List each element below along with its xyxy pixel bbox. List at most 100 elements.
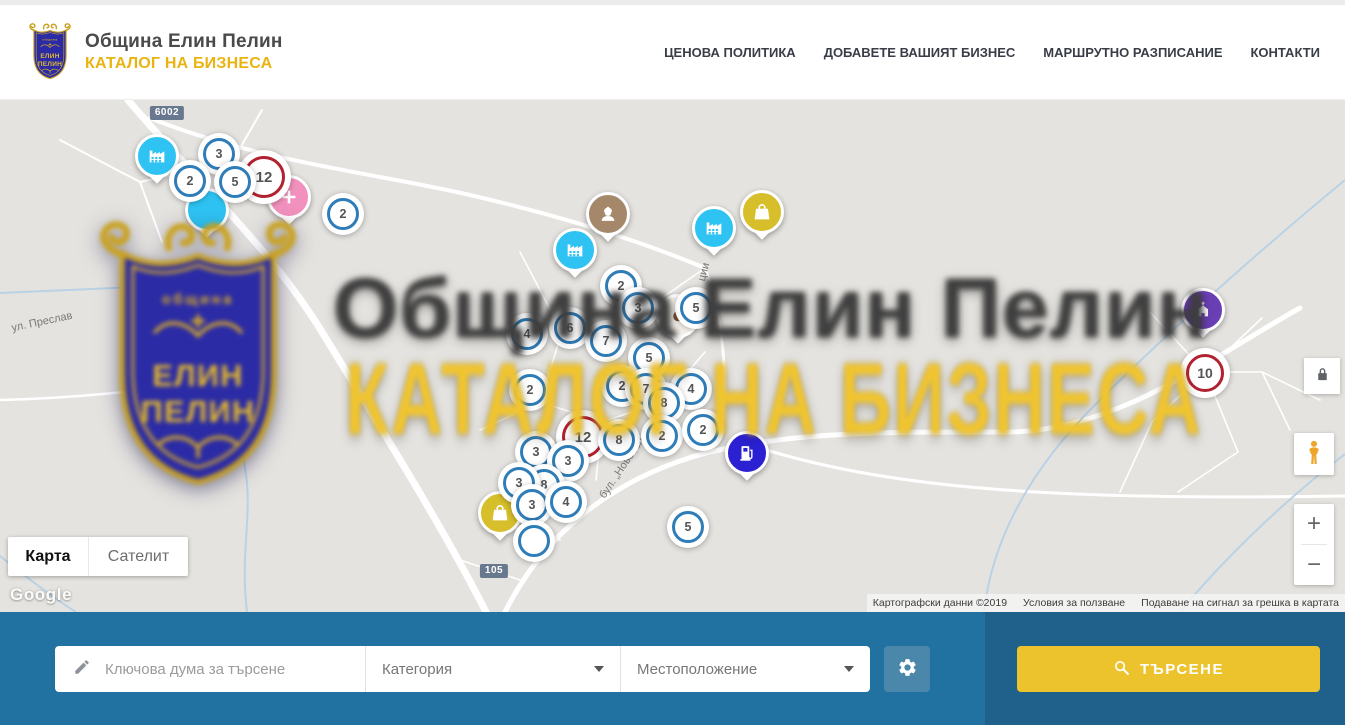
factory-icon [692, 206, 736, 250]
cluster-count: 8 [661, 396, 668, 410]
cluster-marker[interactable]: 2 [641, 415, 683, 457]
cluster-marker[interactable]: 10 [1180, 348, 1230, 398]
cluster-ring: 2 [646, 420, 678, 452]
search-button[interactable]: ТЪРСЕНЕ [1017, 646, 1320, 692]
page: община ЕЛИН ПЕЛИН Община Елин Пелин КАТА… [0, 0, 1345, 725]
location-select[interactable]: Местоположение [620, 646, 870, 692]
cluster-marker[interactable]: 7 [585, 320, 627, 362]
category-select-value: Категория [382, 661, 452, 678]
bag-marker[interactable] [740, 190, 784, 248]
fuel-marker[interactable] [725, 431, 769, 489]
cluster-count: 5 [685, 520, 692, 534]
site-subtitle: КАТАЛОГ НА БИЗНЕСА [85, 55, 283, 73]
cluster-count: 8 [616, 433, 623, 447]
cluster-count: 3 [529, 498, 536, 512]
cluster-count: 2 [618, 279, 625, 293]
nav-item-contacts[interactable]: КОНТАКТИ [1251, 45, 1321, 60]
cluster-count: 12 [256, 169, 273, 186]
main-nav: ЦЕНОВА ПОЛИТИКА ДОБАВЕТЕ ВАШИЯТ БИЗНЕС МАР… [664, 45, 1320, 60]
keyword-input[interactable] [103, 660, 353, 679]
fuel-icon [725, 431, 769, 475]
cluster-marker[interactable]: 4 [545, 481, 587, 523]
cluster-marker[interactable]: 4 [506, 313, 548, 355]
cluster-count: 2 [527, 383, 534, 397]
lock-button[interactable] [1304, 358, 1340, 394]
brand[interactable]: община ЕЛИН ПЕЛИН Община Елин Пелин КАТА… [26, 21, 283, 83]
map-type-button[interactable]: Карта [8, 537, 88, 576]
cluster-ring: 6 [554, 312, 586, 344]
cluster-count: 5 [232, 175, 239, 189]
header: община ЕЛИН ПЕЛИН Община Елин Пелин КАТА… [0, 5, 1345, 100]
cluster-ring: 2 [687, 414, 719, 446]
cluster-ring [518, 525, 550, 557]
factory-icon [553, 228, 597, 272]
markers-layer: 12325210235467522748128223383345 [0, 100, 1345, 612]
cluster-marker[interactable] [513, 520, 555, 562]
search-icon [1113, 659, 1130, 680]
search-button-label: ТЪРСЕНЕ [1140, 661, 1224, 678]
map-type-control: Карта Сателит [8, 537, 188, 576]
cluster-ring: 2 [327, 198, 359, 230]
category-select[interactable]: Категория [365, 646, 620, 692]
cluster-marker[interactable]: 8 [598, 419, 640, 461]
bag-icon [740, 190, 784, 234]
nav-item-route-schedule[interactable]: МАРШРУТНО РАЗПИСАНИЕ [1043, 45, 1222, 60]
nav-item-pricing-policy[interactable]: ЦЕНОВА ПОЛИТИКА [664, 45, 796, 60]
factory-marker[interactable] [692, 206, 736, 264]
attribution-copyright: Картографски данни ©2019 [873, 597, 1007, 609]
location-select-value: Местоположение [637, 661, 757, 678]
cluster-marker[interactable]: 5 [214, 161, 256, 203]
svg-text:ПЕЛИН: ПЕЛИН [38, 61, 62, 68]
street-view-pegman-button[interactable] [1294, 433, 1334, 475]
cluster-count: 5 [646, 351, 653, 365]
cluster-count: 4 [524, 327, 531, 341]
brand-titles: Община Елин Пелин КАТАЛОГ НА БИЗНЕСА [85, 31, 283, 73]
nav-item-add-your-business[interactable]: ДОБАВЕТЕ ВАШИЯТ БИЗНЕС [824, 45, 1016, 60]
cluster-count: 2 [700, 423, 707, 437]
cluster-ring: 4 [550, 486, 582, 518]
chevron-down-icon [594, 666, 604, 672]
advanced-settings-button[interactable] [884, 646, 930, 692]
svg-text:община: община [42, 38, 57, 42]
church-icon [1181, 288, 1225, 332]
pencil-icon [73, 658, 91, 681]
cluster-count: 7 [603, 334, 610, 348]
cluster-ring: 5 [219, 166, 251, 198]
search-fields: Категория Местоположение [55, 646, 870, 692]
cluster-marker[interactable]: 5 [675, 287, 717, 329]
cluster-count: 3 [565, 454, 572, 468]
terms-of-use-link[interactable]: Условия за ползване [1023, 597, 1125, 609]
search-bar: Категория Местоположение ТЪРСЕНЕ [0, 612, 1345, 725]
cluster-count: 2 [659, 429, 666, 443]
zoom-out-button[interactable]: − [1294, 545, 1334, 585]
cluster-ring: 7 [590, 325, 622, 357]
cluster-count: 10 [1197, 365, 1213, 381]
cluster-count: 4 [688, 382, 695, 396]
cluster-ring: 5 [680, 292, 712, 324]
cluster-ring: 3 [622, 292, 654, 324]
cluster-ring: 5 [672, 511, 704, 543]
cluster-marker[interactable]: 3 [617, 287, 659, 329]
cluster-marker[interactable]: 2 [682, 409, 724, 451]
cluster-marker[interactable]: 5 [667, 506, 709, 548]
cluster-marker[interactable]: 2 [509, 369, 551, 411]
cluster-marker[interactable]: 2 [322, 193, 364, 235]
cluster-count: 2 [340, 207, 347, 221]
lock-icon [1314, 366, 1331, 386]
keyword-field [55, 646, 365, 692]
factory-marker[interactable] [553, 228, 597, 286]
cluster-count: 6 [567, 321, 574, 335]
report-map-error-link[interactable]: Подаване на сигнал за грешка в картата [1141, 597, 1339, 609]
cluster-count: 3 [635, 301, 642, 315]
cluster-marker[interactable]: 2 [169, 160, 211, 202]
church-marker[interactable] [1181, 288, 1225, 346]
cluster-ring: 2 [514, 374, 546, 406]
gear-icon [897, 657, 918, 681]
map-canvas[interactable]: 6002105 ул. Преславбул. „Новоселции 1232… [0, 100, 1345, 612]
chevron-down-icon [844, 666, 854, 672]
google-logo[interactable]: Google [10, 585, 72, 605]
cluster-ring: 2 [174, 165, 206, 197]
zoom-in-button[interactable]: + [1294, 504, 1334, 544]
satellite-type-button[interactable]: Сателит [88, 537, 188, 576]
pegman-icon [1301, 438, 1327, 471]
